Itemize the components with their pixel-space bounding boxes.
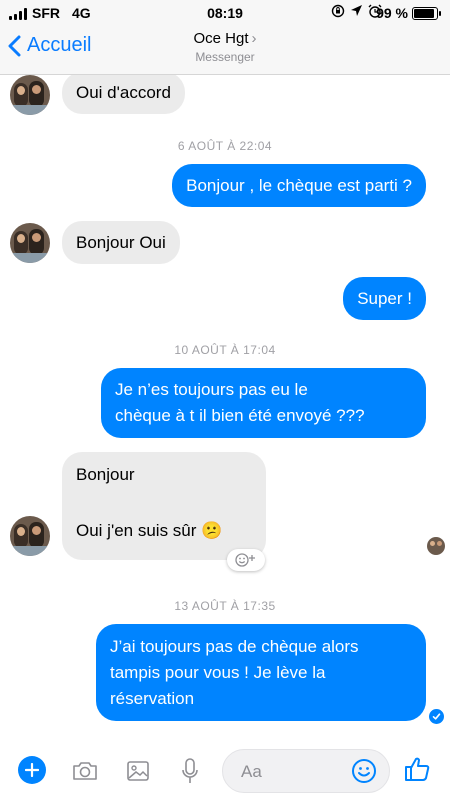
avatar[interactable] [10, 223, 50, 263]
lock-rotation-icon [331, 4, 345, 18]
message-line: Je n’es toujours pas eu le [115, 380, 308, 399]
message-bubble-outgoing[interactable]: Super ! [343, 277, 426, 320]
timestamp: 13 AOÛT À 17:35 [174, 599, 276, 613]
plus-button[interactable] [18, 756, 46, 784]
thumbs-up-icon [405, 757, 430, 781]
delivered-check-icon [429, 709, 444, 724]
microphone-button[interactable] [175, 756, 205, 786]
message-bubble-incoming[interactable]: Oui d'accord [62, 75, 185, 114]
avatar[interactable] [10, 75, 50, 115]
camera-button[interactable] [70, 756, 100, 786]
emoji-icon [352, 759, 376, 783]
message-line [76, 488, 252, 514]
conversation-header: Accueil Oce Hgt › Messenger [0, 26, 450, 75]
message-line: J’ai toujours pas de chèque alors [110, 637, 359, 656]
location-icon [351, 5, 362, 16]
chevron-right-icon: › [251, 30, 257, 47]
message-line: Bonjour [76, 465, 135, 484]
message-bubble-outgoing[interactable]: J’ai toujours pas de chèque alors tampis… [96, 624, 426, 721]
thumbs-up-button[interactable] [402, 754, 432, 784]
contact-title[interactable]: Oce Hgt › Messenger [0, 30, 450, 64]
message-line: réservation [110, 689, 195, 708]
message-bubble-incoming[interactable]: Bonjour Oui [62, 221, 180, 264]
battery-icon [412, 7, 441, 20]
timestamp: 6 AOÛT À 22:04 [177, 139, 273, 153]
contact-subtitle: Messenger [195, 50, 255, 64]
seen-avatar [427, 537, 445, 555]
plus-icon [25, 763, 39, 777]
add-reaction-icon [235, 553, 255, 567]
timestamp: 10 AOÛT À 17:04 [174, 343, 276, 357]
message-input[interactable]: Aa [222, 749, 390, 793]
avatar[interactable] [10, 516, 50, 556]
composer-bar: Aa [0, 743, 450, 800]
message-bubble-outgoing[interactable]: Bonjour , le chèque est parti ? [172, 164, 426, 207]
photo-button[interactable] [123, 756, 153, 786]
contact-name: Oce Hgt [193, 30, 249, 47]
battery-percentage: 99 % [376, 5, 408, 21]
message-bubble-outgoing[interactable]: Je n’es toujours pas eu le chèque à t il… [101, 368, 426, 438]
add-reaction-button[interactable] [227, 549, 265, 571]
photo-icon [127, 761, 149, 781]
status-bar: SFR 4G 08:19 99 % [0, 0, 450, 26]
message-input-placeholder: Aa [241, 762, 262, 781]
message-list[interactable]: Oui d'accord 6 AOÛT À 22:04 Bonjour , le… [0, 75, 450, 743]
microphone-icon [182, 758, 198, 783]
message-line: tampis pour vous ! Je lève la [110, 663, 326, 682]
message-bubble-incoming[interactable]: Bonjour Oui j'en suis sûr 😕 [62, 452, 266, 560]
message-line: Oui j'en suis sûr 😕 [76, 521, 223, 540]
camera-icon [73, 762, 97, 780]
emoji-button[interactable] [351, 758, 377, 789]
message-line: chèque à t il bien été envoyé ??? [115, 406, 365, 425]
